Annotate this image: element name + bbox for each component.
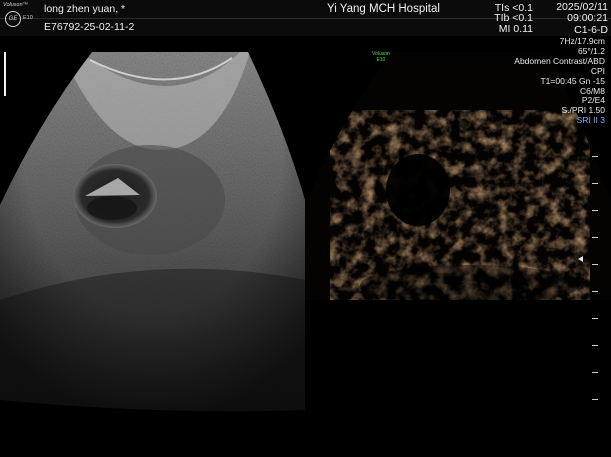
scan-param-2: Abdomen Contrast/ABD [514,56,605,66]
scan-param-6: P2/E4 [581,95,605,105]
scan-param-1: 65°/1.2 [577,46,605,56]
scan-param-8: SRI II 3 [576,115,605,125]
focus-marker-icon [578,256,583,262]
scan-param-7: S./PRI 1.50 [561,105,605,115]
contrast-sector [305,52,611,412]
scan-param-3: CPI [590,66,605,76]
scan-param-4: T1=00:45 Gn -15 [540,76,605,86]
depth-ticks [592,130,598,410]
mini-logo-label: Voluson E10 [372,51,390,63]
bmode-sector [0,52,305,412]
ultrasound-image [0,52,611,412]
mini-model: E10 [376,57,386,63]
scan-param-0: 7Hz/17.9cm [559,36,605,46]
